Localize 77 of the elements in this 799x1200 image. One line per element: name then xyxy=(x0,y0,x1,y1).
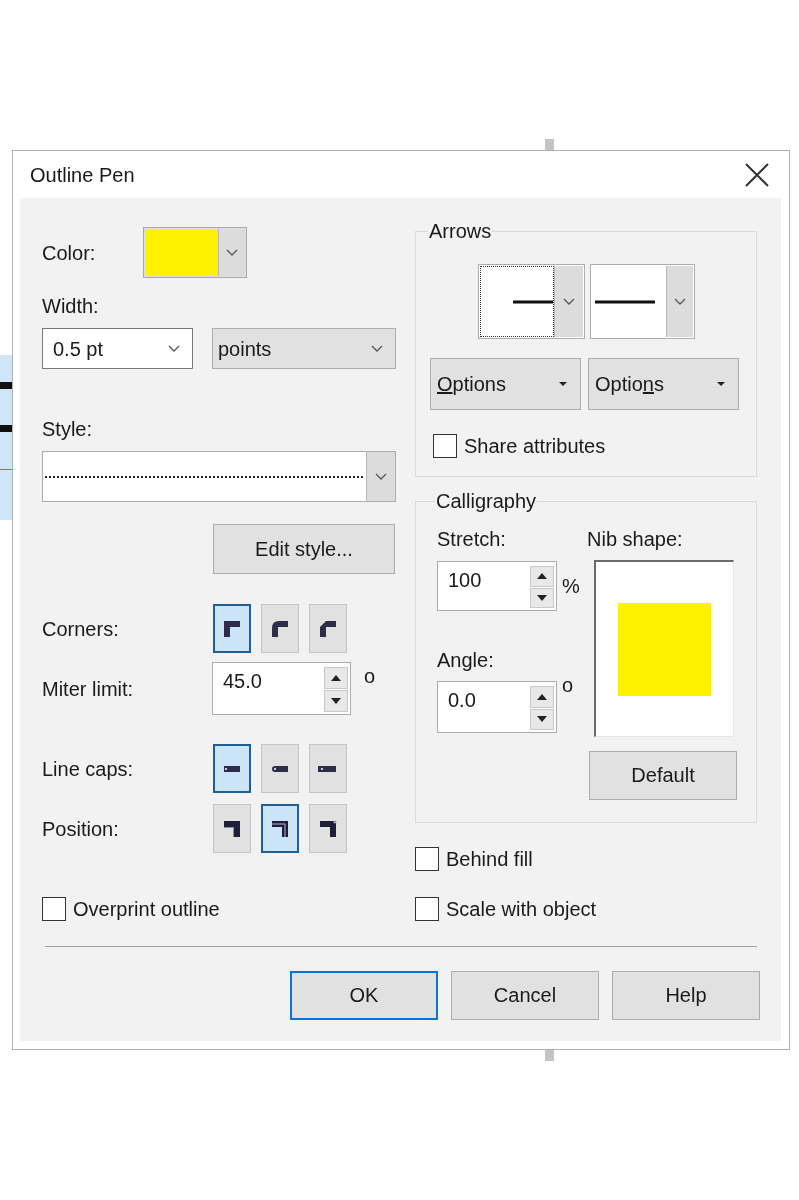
dotted-line-icon xyxy=(45,475,365,478)
spin-up-button[interactable] xyxy=(530,566,554,587)
outline-position-button[interactable] xyxy=(309,804,347,853)
square-corner-icon xyxy=(222,618,242,639)
chevron-down-icon xyxy=(673,298,686,305)
triangle-down-icon xyxy=(331,698,341,704)
default-button[interactable]: Default xyxy=(589,751,737,800)
width-dropdown[interactable]: 0.5 pt xyxy=(42,328,193,369)
centered-position-icon xyxy=(270,818,290,839)
angle-spinner[interactable]: 0.0 xyxy=(437,681,557,733)
percent-unit-label: % xyxy=(562,574,580,598)
degree-unit-label: o xyxy=(562,673,574,697)
nib-shape-label: Nib shape: xyxy=(587,527,683,551)
miter-limit-label: Miter limit: xyxy=(42,676,135,701)
chevron-down-icon xyxy=(226,249,238,256)
spin-up-button[interactable] xyxy=(530,686,554,708)
caret-down-icon xyxy=(717,382,725,386)
chevron-down-icon xyxy=(168,345,180,352)
caret-down-icon xyxy=(559,382,567,386)
miter-limit-spinner[interactable]: 45.0 xyxy=(212,662,351,715)
line-cap-button[interactable] xyxy=(309,744,347,793)
color-picker-button[interactable] xyxy=(143,227,247,278)
stretch-spinner[interactable]: 100 xyxy=(437,561,557,611)
line-cap-button[interactable] xyxy=(213,744,251,793)
dialog-button[interactable]: OK xyxy=(290,971,438,1020)
chevron-down-icon xyxy=(371,345,383,352)
outline-position-button[interactable] xyxy=(213,804,251,853)
color-label: Color: xyxy=(42,240,97,265)
width-label: Width: xyxy=(42,294,99,318)
round-cap-icon xyxy=(269,763,291,774)
edit-style-button[interactable]: Edit style... xyxy=(213,524,395,574)
calligraphy-group-title: Calligraphy xyxy=(435,489,538,513)
stretch-label: Stretch: xyxy=(437,527,506,551)
triangle-up-icon xyxy=(537,573,547,580)
window-title: Outline Pen xyxy=(30,162,135,187)
end-arrow-dropdown[interactable] xyxy=(589,264,695,339)
triangle-up-icon xyxy=(537,693,547,700)
line-cap-button[interactable] xyxy=(261,744,299,793)
outside-position-icon xyxy=(222,818,242,839)
beveled-corner-icon xyxy=(318,618,338,639)
chevron-down-icon xyxy=(562,298,575,305)
behind-fill-checkbox[interactable]: Behind fill xyxy=(415,847,533,871)
triangle-down-icon xyxy=(537,594,547,601)
corner-style-button[interactable] xyxy=(261,604,299,653)
flat-cap-icon xyxy=(221,763,243,774)
arrows-group-title: Arrows xyxy=(428,219,493,243)
triangle-down-icon xyxy=(537,716,547,723)
style-label: Style: xyxy=(42,417,93,441)
rounded-corner-icon xyxy=(270,618,290,639)
degree-unit-label: o xyxy=(364,664,376,688)
outline-position-button[interactable] xyxy=(261,804,299,853)
corner-style-button[interactable] xyxy=(309,604,347,653)
share-attributes-checkbox[interactable]: Share attributes xyxy=(433,434,606,458)
dialog-button[interactable]: Help xyxy=(612,971,760,1020)
angle-label: Angle: xyxy=(437,648,494,672)
overprint-outline-checkbox[interactable]: Overprint outline xyxy=(42,897,220,921)
spin-down-button[interactable] xyxy=(530,708,554,730)
dialog-button[interactable]: Cancel xyxy=(451,971,599,1020)
options-button[interactable]: Options xyxy=(588,358,739,410)
selection-handle-icon[interactable] xyxy=(545,1049,554,1061)
spin-up-button[interactable] xyxy=(324,667,348,689)
spin-down-button[interactable] xyxy=(324,690,348,712)
scale-with-object-checkbox[interactable]: Scale with object xyxy=(415,897,597,921)
chevron-down-icon xyxy=(375,473,387,480)
corner-style-button[interactable] xyxy=(213,604,251,653)
triangle-up-icon xyxy=(331,675,341,681)
position-label: Position: xyxy=(42,816,120,841)
inside-position-icon xyxy=(318,818,338,839)
square-cap-icon xyxy=(317,763,339,774)
line-caps-label: Line caps: xyxy=(42,756,135,781)
units-dropdown[interactable]: points xyxy=(212,328,396,369)
corners-label: Corners: xyxy=(42,616,120,641)
close-icon[interactable] xyxy=(745,162,769,187)
selection-handle-icon[interactable] xyxy=(545,139,554,151)
spin-down-button[interactable] xyxy=(530,587,554,608)
options-button[interactable]: Options xyxy=(430,358,581,410)
start-arrow-dropdown[interactable] xyxy=(477,264,585,339)
